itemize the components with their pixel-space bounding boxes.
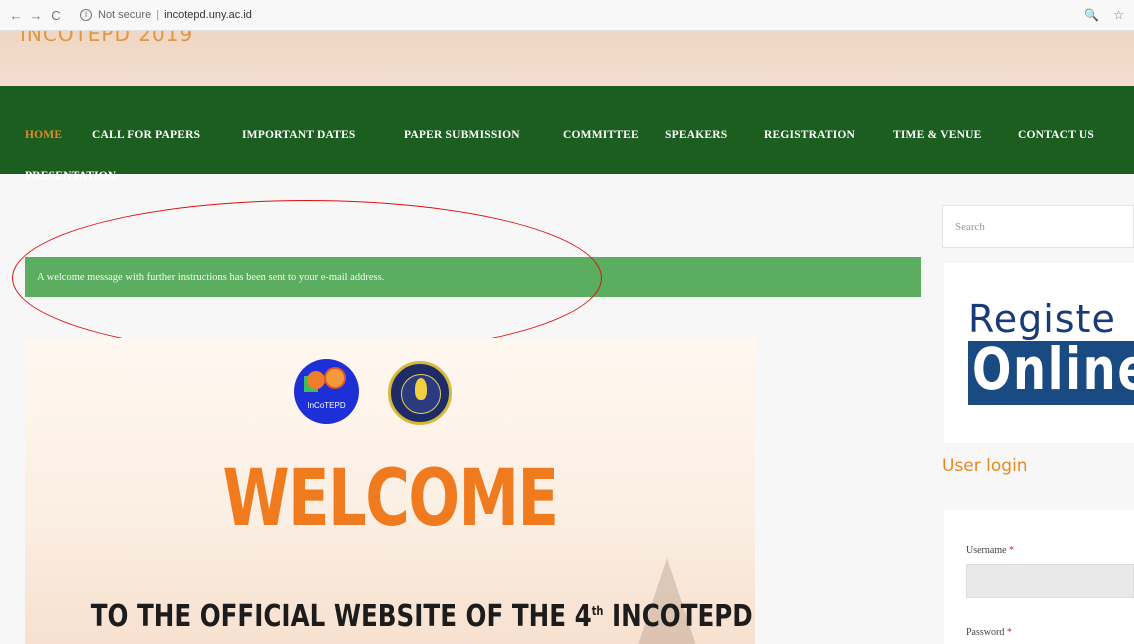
- info-icon[interactable]: i: [80, 9, 92, 21]
- annotation-ellipse: [12, 200, 602, 356]
- nav-item-committee[interactable]: COMMITTEE: [563, 129, 639, 141]
- url-separator: |: [156, 9, 160, 21]
- security-label: Not secure: [98, 9, 152, 21]
- register-online-card: Registe Online: [944, 263, 1134, 443]
- nav-item-important-dates[interactable]: IMPORTANT DATES: [242, 129, 355, 141]
- university-seal-logo: [388, 361, 452, 425]
- welcome-subheading: TO THE OFFICIAL WEBSITE OF THE 4th INCOT…: [90, 599, 755, 634]
- site-name[interactable]: INCOTEPD 2019: [20, 31, 193, 46]
- url-text[interactable]: incotepd.uny.ac.id: [164, 9, 252, 21]
- nav-item-registration[interactable]: REGISTRATION: [764, 129, 855, 141]
- login-form: Username * Password *: [944, 510, 1134, 644]
- nav-item-presentation[interactable]: PRESENTATION: [25, 170, 116, 182]
- nav-item-home[interactable]: HOME: [25, 129, 62, 141]
- reload-icon[interactable]: C: [46, 8, 66, 23]
- site-header: INCOTEPD 2019: [0, 31, 1134, 86]
- browser-toolbar: ← → C i Not secure | incotepd.uny.ac.id …: [0, 0, 1134, 31]
- nav-item-speakers[interactable]: SPEAKERS: [665, 129, 727, 141]
- username-field[interactable]: [966, 564, 1134, 598]
- user-login-title: User login: [942, 456, 1028, 476]
- nav-item-time-venue[interactable]: TIME & VENUE: [893, 129, 981, 141]
- back-arrow-icon[interactable]: ←: [6, 8, 26, 23]
- nav-item-paper-submission[interactable]: PAPER SUBMISSION: [404, 129, 520, 141]
- main-navigation: HOME CALL FOR PAPERS IMPORTANT DATES PAP…: [0, 86, 1134, 182]
- search-placeholder: Search: [955, 220, 985, 233]
- nav-item-contact-us[interactable]: CONTACT US: [1018, 129, 1094, 141]
- welcome-banner: InCoTEPD WELCOME TO THE OFFICIAL WEBSITE…: [25, 338, 755, 644]
- logo-label: InCoTEPD: [307, 401, 346, 410]
- nav-item-call-for-papers[interactable]: CALL FOR PAPERS: [92, 129, 200, 141]
- password-label: Password *: [966, 627, 1012, 638]
- username-label: Username *: [966, 545, 1015, 556]
- welcome-heading: WELCOME: [222, 454, 559, 544]
- zoom-icon[interactable]: 🔍: [1084, 8, 1099, 22]
- search-input[interactable]: Search: [942, 205, 1134, 248]
- address-bar[interactable]: i Not secure | incotepd.uny.ac.id: [80, 9, 252, 21]
- forward-arrow-icon[interactable]: →: [26, 8, 46, 23]
- incotepd-logo: InCoTEPD: [294, 359, 359, 424]
- register-online-banner[interactable]: Registe Online: [968, 297, 1134, 405]
- bookmark-star-icon[interactable]: ☆: [1113, 8, 1124, 22]
- online-word: Online: [972, 335, 1134, 403]
